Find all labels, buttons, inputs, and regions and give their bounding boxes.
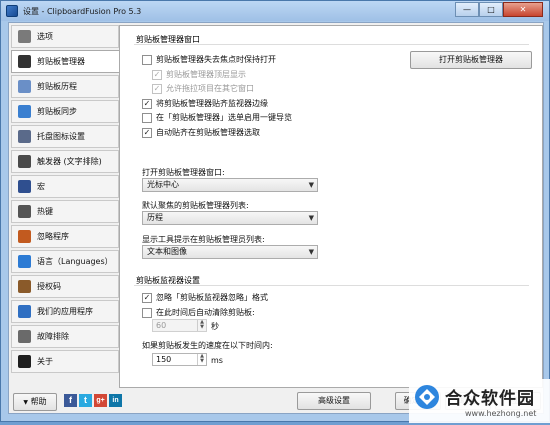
auto-clear-checkbox[interactable]	[142, 307, 152, 318]
sidebar-item-label: 托盘图标设置	[37, 132, 85, 141]
option-checkbox[interactable]: ✓	[142, 127, 152, 138]
sync-icon	[18, 105, 31, 118]
focus-list-select[interactable]: 历程 ▼	[142, 211, 318, 225]
manager-option-1: ✓ 剪贴板管理器顶层显示	[152, 69, 246, 80]
focus-list-label: 默认聚焦的剪贴板管理器列表:	[142, 201, 249, 210]
apps-icon	[18, 305, 31, 318]
sidebar-item-label: 剪贴板管理器	[37, 57, 85, 66]
sidebar-item-label: 触发器 (文字排除)	[37, 157, 102, 166]
sidebar-item-label: 宏	[37, 182, 45, 191]
clipboard-manager-icon	[18, 55, 31, 68]
sidebar-item-label: 剪贴板同步	[37, 107, 77, 116]
option-checkbox[interactable]: ✓	[142, 98, 152, 109]
option-label: 剪贴板管理器顶层显示	[166, 70, 246, 79]
sidebar-item-7[interactable]: 热键	[11, 200, 119, 223]
ignore-program-icon	[18, 230, 31, 243]
tooltip-select[interactable]: 文本和图像 ▼	[142, 245, 318, 259]
open-window-select[interactable]: 光标中心 ▼	[142, 178, 318, 192]
twitter-icon[interactable]: t	[79, 394, 92, 407]
advanced-settings-button[interactable]: 高级设置	[297, 392, 371, 410]
speed-ms-input[interactable]: 150 ▲ ▼	[152, 353, 207, 366]
window-title: 设置 - ClipboardFusion Pro 5.3	[23, 6, 142, 16]
group-divider	[134, 285, 529, 286]
settings-sidebar: 选项剪贴板管理器 剪贴板历程剪贴板同步托盘图标设置触发器 (文字排除) 宏热键忽略程…	[9, 23, 123, 388]
sidebar-item-label: 剪贴板历程	[37, 82, 77, 91]
app-icon	[6, 5, 18, 17]
sidebar-item-8[interactable]: 忽略程序	[11, 225, 119, 248]
speed-label: 如果剪贴板发生的速度在以下时间内:	[142, 341, 273, 350]
group-divider	[134, 44, 529, 45]
option-label: 自动贴齐在剪贴板管理器选取	[156, 128, 260, 137]
sidebar-item-1[interactable]: 剪贴板管理器	[11, 50, 123, 73]
watermark-name: 合众软件园	[445, 389, 535, 409]
sidebar-item-13[interactable]: 关于	[11, 350, 119, 373]
watermark-url: www.hezhong.net	[465, 409, 537, 418]
info-icon	[18, 355, 31, 368]
tray-icon	[18, 130, 31, 143]
sidebar-item-12[interactable]: 故障排除	[11, 325, 119, 348]
sidebar-item-label: 语言（Languages）	[37, 257, 113, 266]
sidebar-item-4[interactable]: 托盘图标设置	[11, 125, 119, 148]
settings-window: 设置 - ClipboardFusion Pro 5.3 — □ ✕ 选项剪贴板…	[0, 0, 550, 423]
manager-option-2: ✓ 允许拖拉项目在其它窗口	[152, 83, 254, 94]
clipboard-manager-panel: 剪贴板管理器窗口 打开剪贴板管理器 剪贴板管理器失去焦点时保持打开 ✓ 剪贴板管理器…	[119, 25, 543, 388]
sidebar-item-label: 忽略程序	[37, 232, 69, 241]
option-label: 剪贴板管理器失去焦点时保持打开	[156, 55, 276, 64]
help-button[interactable]: ▼ 帮助	[13, 393, 57, 411]
option-checkbox[interactable]	[142, 112, 152, 123]
key-icon	[18, 280, 31, 293]
manager-option-5[interactable]: ✓ 自动贴齐在剪贴板管理器选取	[142, 127, 260, 138]
close-button[interactable]: ✕	[503, 2, 543, 17]
auto-clear-option[interactable]: 在此时间后自动清除剪贴板:	[142, 307, 255, 318]
sidebar-item-label: 授权码	[37, 282, 61, 291]
sidebar-item-6[interactable]: 宏	[11, 175, 119, 198]
sidebar-item-9[interactable]: 语言（Languages）	[11, 250, 119, 273]
facebook-icon[interactable]: f	[64, 394, 77, 407]
sidebar-item-5[interactable]: 触发器 (文字排除)	[11, 150, 119, 173]
clock-icon	[18, 80, 31, 93]
option-label: 将剪贴板管理器贴齐监视器边缘	[156, 99, 268, 108]
ignore-format-checkbox[interactable]: ✓	[142, 292, 152, 303]
sidebar-item-label: 关于	[37, 357, 53, 366]
manager-option-4[interactable]: 在「剪贴板管理器」选单启用一键导览	[142, 112, 292, 123]
trigger-icon	[18, 155, 31, 168]
ms-unit: ms	[211, 356, 223, 365]
maximize-button[interactable]: □	[479, 2, 503, 17]
option-label: 在「剪贴板管理器」选单启用一键导览	[156, 113, 292, 122]
option-label: 允许拖拉项目在其它窗口	[166, 84, 254, 93]
tools-icon	[18, 330, 31, 343]
seconds-unit: 秒	[211, 322, 219, 331]
open-clipboard-manager-button[interactable]: 打开剪贴板管理器	[410, 51, 532, 69]
option-checkbox: ✓	[152, 83, 162, 94]
tooltip-label: 显示工具提示在剪贴板管理员列表:	[142, 235, 265, 244]
sidebar-item-11[interactable]: 我们的应用程序	[11, 300, 119, 323]
sidebar-item-label: 我们的应用程序	[37, 307, 93, 316]
macro-icon	[18, 180, 31, 193]
option-checkbox[interactable]	[142, 54, 152, 65]
sidebar-item-label: 热键	[37, 207, 53, 216]
sidebar-item-label: 故障排除	[37, 332, 69, 341]
sidebar-item-2[interactable]: 剪贴板历程	[11, 75, 119, 98]
hotkey-icon	[18, 205, 31, 218]
gear-icon	[18, 30, 31, 43]
language-icon	[18, 255, 31, 268]
chevron-down-icon: ▼	[23, 399, 29, 406]
sidebar-item-0[interactable]: 选项	[11, 25, 119, 48]
manager-option-0[interactable]: 剪贴板管理器失去焦点时保持打开	[142, 54, 276, 65]
linkedin-icon[interactable]: in	[109, 394, 122, 407]
sidebar-item-10[interactable]: 授权码	[11, 275, 119, 298]
option-checkbox: ✓	[152, 69, 162, 80]
sidebar-item-label: 选项	[37, 32, 53, 41]
ignore-format-option[interactable]: ✓ 忽略「剪贴板监视器忽略」格式	[142, 292, 268, 303]
settings-client: 选项剪贴板管理器 剪贴板历程剪贴板同步托盘图标设置触发器 (文字排除) 宏热键忽略程…	[8, 22, 544, 414]
watermark: 合众软件园 www.hezhong.net	[409, 379, 550, 423]
sidebar-item-3[interactable]: 剪贴板同步	[11, 100, 119, 123]
auto-clear-seconds-input[interactable]: 60 ▲ ▼	[152, 319, 207, 332]
minimize-button[interactable]: —	[455, 2, 479, 17]
google-plus-icon[interactable]: g+	[94, 394, 107, 407]
open-window-label: 打开剪贴板管理器窗口:	[142, 168, 225, 177]
manager-option-3[interactable]: ✓ 将剪贴板管理器贴齐监视器边缘	[142, 98, 268, 109]
title-bar[interactable]: 设置 - ClipboardFusion Pro 5.3 — □ ✕	[1, 1, 549, 21]
